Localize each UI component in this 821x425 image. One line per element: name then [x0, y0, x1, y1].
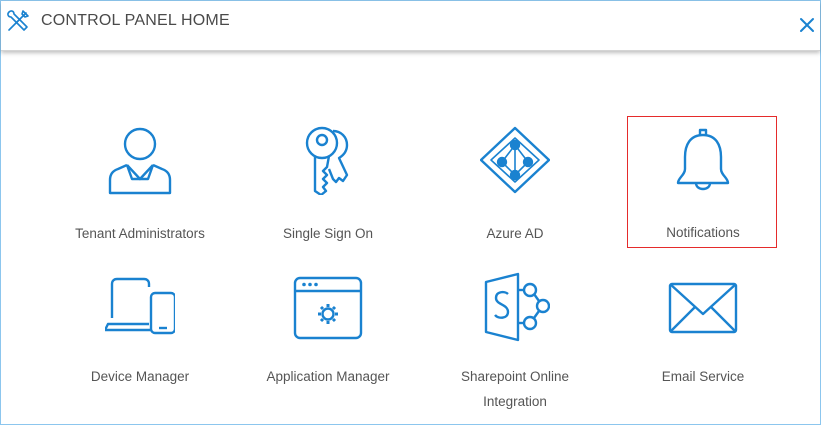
tile-label: Application Manager: [266, 369, 390, 384]
sharepoint-icon: [484, 272, 550, 342]
tile-label: Tenant Administrators: [75, 226, 205, 241]
tile-tenant-administrators[interactable]: Tenant Administrators: [64, 124, 214, 259]
tile-notifications[interactable]: Notifications: [627, 116, 777, 248]
devices-icon: [105, 277, 175, 335]
tile-label: Email Service: [661, 369, 745, 384]
tile-label: Device Manager: [90, 369, 190, 384]
page-title: CONTROL PANEL HOME: [41, 12, 230, 29]
tile-label: Sharepoint Online Integration: [460, 369, 570, 409]
tile-label: Single Sign On: [282, 226, 374, 241]
azure-ad-icon: [480, 126, 550, 194]
close-icon[interactable]: [798, 16, 816, 34]
tile-device-manager[interactable]: Device Manager: [64, 271, 214, 406]
app-window-gear-icon: [293, 276, 363, 340]
tile-application-manager[interactable]: Application Manager: [252, 271, 402, 406]
control-panel: CONTROL PANEL HOME Tenant Administrators…: [0, 0, 821, 425]
envelope-icon: [668, 282, 738, 334]
panel-header: CONTROL PANEL HOME: [1, 1, 820, 51]
tile-label: Notifications: [666, 225, 740, 240]
tile-azure-ad[interactable]: Azure AD: [439, 124, 589, 259]
tile-label: Azure AD: [486, 226, 544, 241]
tools-icon: [7, 10, 29, 31]
tile-email-service[interactable]: Email Service: [627, 271, 777, 406]
bell-icon: [676, 128, 730, 191]
user-admin-icon: [108, 127, 172, 195]
tile-single-sign-on[interactable]: Single Sign On: [252, 124, 402, 259]
keys-icon: [305, 126, 349, 195]
tile-sharepoint-online-integration[interactable]: Sharepoint Online Integration: [439, 271, 589, 409]
